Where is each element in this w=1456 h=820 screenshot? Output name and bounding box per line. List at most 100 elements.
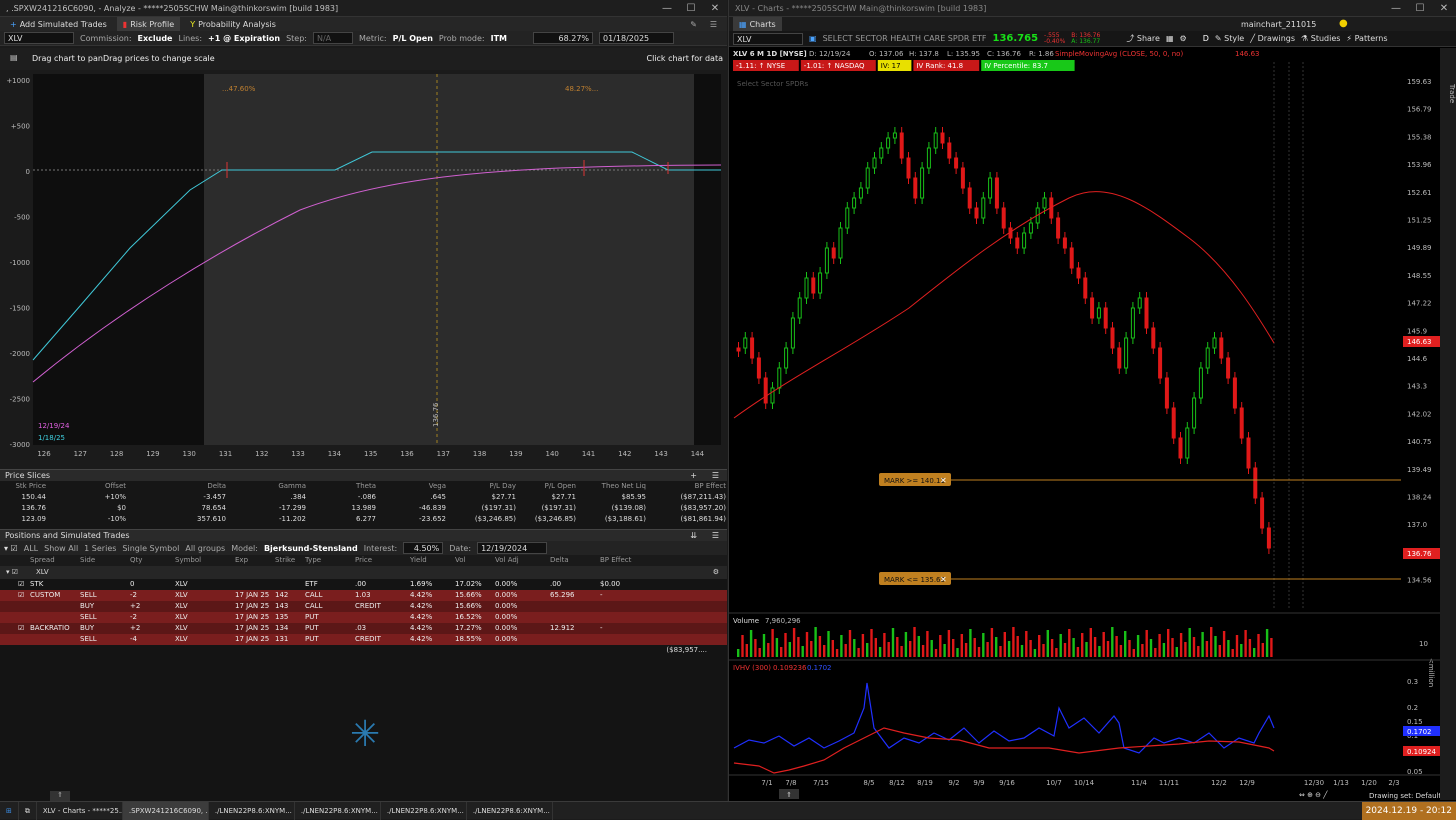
volume-bar <box>775 638 779 657</box>
taskbar-item[interactable]: XLV - Charts - *****25... <box>37 801 123 820</box>
step-input[interactable]: N/A <box>313 32 353 44</box>
filter-symbol[interactable]: Single Symbol <box>122 544 179 553</box>
probability-input[interactable]: 68.27% <box>533 32 594 44</box>
grid-icon[interactable]: ▦ <box>1166 34 1174 43</box>
taskbar-item[interactable]: ./LNEN22P8.6:XNYM... <box>295 801 381 820</box>
close-icon[interactable]: ✕ <box>703 0 727 17</box>
pin-icon[interactable]: ✎ <box>690 20 697 29</box>
prob-mode-select[interactable]: ITM <box>491 34 507 43</box>
sma-value: 146.63 <box>1235 50 1260 58</box>
position-row[interactable]: SELL -2 XLV 17 JAN 25 135 PUT 4.42% 16.52% 0.00% <box>0 612 727 623</box>
collapse-icon[interactable]: ⇊ <box>690 530 697 542</box>
slice-cell: $85.95 <box>621 493 647 501</box>
volume-bar <box>737 649 740 657</box>
chart-name[interactable]: mainchart_211015 <box>1241 20 1316 29</box>
position-row[interactable]: ☑ BACKRATIO BUY +2 XLV 17 JAN 25 134 PUT .03 4.42… <box>0 623 727 634</box>
row-checkbox[interactable]: ☑ <box>18 579 30 590</box>
link-icon[interactable]: ▣ <box>809 34 817 43</box>
position-cell[interactable]: +2 <box>130 601 175 612</box>
gear-icon[interactable]: ⚙ <box>713 566 719 579</box>
tab-charts[interactable]: ▦ Charts <box>733 17 782 31</box>
row-checkbox[interactable] <box>18 634 30 645</box>
settings-icon[interactable]: ⚙ <box>1180 34 1187 43</box>
slice-row[interactable]: 123.09 -10% 357.610 -11.202 6.277 -23.652 ($3,… <box>6 514 727 525</box>
commission-select[interactable]: Exclude <box>138 34 173 43</box>
candle <box>906 157 911 179</box>
select-all-checkbox[interactable]: ▾ ☑ <box>4 544 18 553</box>
share-button[interactable]: ⤴ Share <box>1126 33 1160 44</box>
lines-select[interactable]: +1 @ Expiration <box>208 34 280 43</box>
position-row[interactable]: SELL -4 XLV 17 JAN 25 131 PUT CREDIT 4.42% 18.55… <box>0 634 727 645</box>
studies-button[interactable]: ⚗ Studies <box>1301 34 1340 43</box>
position-cell[interactable]: -4 <box>130 634 175 645</box>
candle <box>988 177 993 199</box>
candle <box>1239 407 1244 439</box>
candle <box>777 367 782 389</box>
date-axis-label: 9/9 <box>973 779 984 787</box>
row-checkbox[interactable]: ☑ <box>18 623 30 634</box>
filter-all[interactable]: ALL <box>24 544 38 553</box>
model-select[interactable]: Bjerksund-Stensland <box>264 544 358 553</box>
chart-symbol-input[interactable]: XLV <box>733 32 803 45</box>
position-row[interactable]: ☑ CUSTOM SELL -2 XLV 17 JAN 25 142 CALL 1.03 4.42… <box>0 590 727 601</box>
position-cell[interactable]: 0 <box>130 579 175 590</box>
position-cell: XLV <box>175 613 188 621</box>
zoom-controls[interactable]: ⇔ ⊕ ⊖ ╱ <box>1299 790 1328 799</box>
taskview-icon[interactable]: ⧉ <box>19 801 37 820</box>
filter-series[interactable]: 1 Series <box>84 544 116 553</box>
alert-icon[interactable]: ● <box>1339 18 1348 29</box>
volume-bar <box>1265 629 1269 657</box>
start-icon[interactable]: ⊞ <box>0 801 19 820</box>
drawings-button[interactable]: ╱ Drawings <box>1250 34 1295 43</box>
filter-show[interactable]: Show All <box>44 544 78 553</box>
row-checkbox[interactable] <box>18 612 30 623</box>
slices-menu-icon[interactable]: ☰ <box>712 470 719 482</box>
risk-profile-chart[interactable]: +1000 +500 0 -500 -1000 -1500 -2000 -2500 -3000 1… <box>0 70 727 462</box>
volume-bar <box>1158 634 1161 657</box>
scroll-top-icon[interactable]: ⇑ <box>50 791 70 801</box>
chart-settings-icon[interactable]: ▤ <box>10 53 18 62</box>
taskbar-item[interactable]: ./LNEN22P8.6:XNYM... <box>381 801 467 820</box>
remove-lower-alert-icon[interactable]: ✕ <box>940 575 947 584</box>
position-row[interactable]: BUY +2 XLV 17 JAN 25 143 CALL CREDIT 4.42% 15.66… <box>0 601 727 612</box>
slice-row[interactable]: 150.44 +10% -3.457 .384 -.086 .645 $27.71 $27.7… <box>6 492 727 503</box>
close-icon[interactable]: ✕ <box>1432 0 1456 17</box>
symbol-input[interactable]: XLV <box>4 32 74 44</box>
period-select[interactable]: D <box>1203 34 1209 43</box>
menu-icon[interactable]: ☰ <box>710 20 717 29</box>
positions-menu-icon[interactable]: ☰ <box>712 530 719 542</box>
drawing-set[interactable]: Drawing set: Default <box>1369 792 1441 800</box>
minimize-icon[interactable]: — <box>1384 0 1408 17</box>
group-row[interactable]: ▾ ☑ XLV ⚙ <box>0 566 727 579</box>
position-cell[interactable]: +2 <box>130 623 175 634</box>
add-slice-icon[interactable]: + <box>690 470 697 482</box>
position-cell[interactable]: -2 <box>130 590 175 601</box>
metric-select[interactable]: P/L Open <box>393 34 433 43</box>
maximize-icon[interactable]: ☐ <box>679 0 703 17</box>
tab-risk-profile[interactable]: ▮ Risk Profile <box>116 17 181 31</box>
current-price-label: 136.76 <box>432 402 440 427</box>
taskbar-item[interactable]: ./LNEN22P8.6:XNYM... <box>209 801 295 820</box>
position-cell[interactable]: -2 <box>130 612 175 623</box>
row-checkbox[interactable] <box>18 601 30 612</box>
tab-probability-analysis[interactable]: Y Probability Analysis <box>184 17 282 31</box>
side-tab[interactable]: Trade <box>1440 70 1456 118</box>
minimize-icon[interactable]: — <box>655 0 679 17</box>
tab-add-simulated-trades[interactable]: + Add Simulated Trades <box>4 17 113 31</box>
price-chart[interactable]: XLV 6 M 1D [NYSE] D: 12/19/24 O: 137.06 … <box>729 48 1441 800</box>
position-row[interactable]: ☑ STK 0 XLV ETF .00 1.69% 17.02% 0.00% .00 $0.00 <box>0 579 727 590</box>
filter-groups[interactable]: All groups <box>185 544 225 553</box>
slice-row[interactable]: 136.76 $0 78.654 -17.299 13.989 -46.839 ($197.… <box>6 503 727 514</box>
interest-input[interactable]: 4.50% <box>403 542 444 554</box>
x-tick-label: 141 <box>582 450 595 458</box>
row-checkbox[interactable]: ☑ <box>18 590 30 601</box>
date-input[interactable]: 12/19/2024 <box>477 542 548 554</box>
expiration-date-input[interactable]: 01/18/2025 <box>599 32 675 44</box>
taskbar-item[interactable]: .SPXW241216C6090, ... <box>122 801 209 820</box>
style-button[interactable]: ✎ Style <box>1215 34 1244 43</box>
remove-upper-alert-icon[interactable]: ✕ <box>940 476 947 485</box>
taskbar-item[interactable]: ./LNEN22P8.6:XNYM... <box>467 801 553 820</box>
candle <box>831 247 836 259</box>
patterns-button[interactable]: ⚡ Patterns <box>1346 34 1387 43</box>
maximize-icon[interactable]: ☐ <box>1408 0 1432 17</box>
